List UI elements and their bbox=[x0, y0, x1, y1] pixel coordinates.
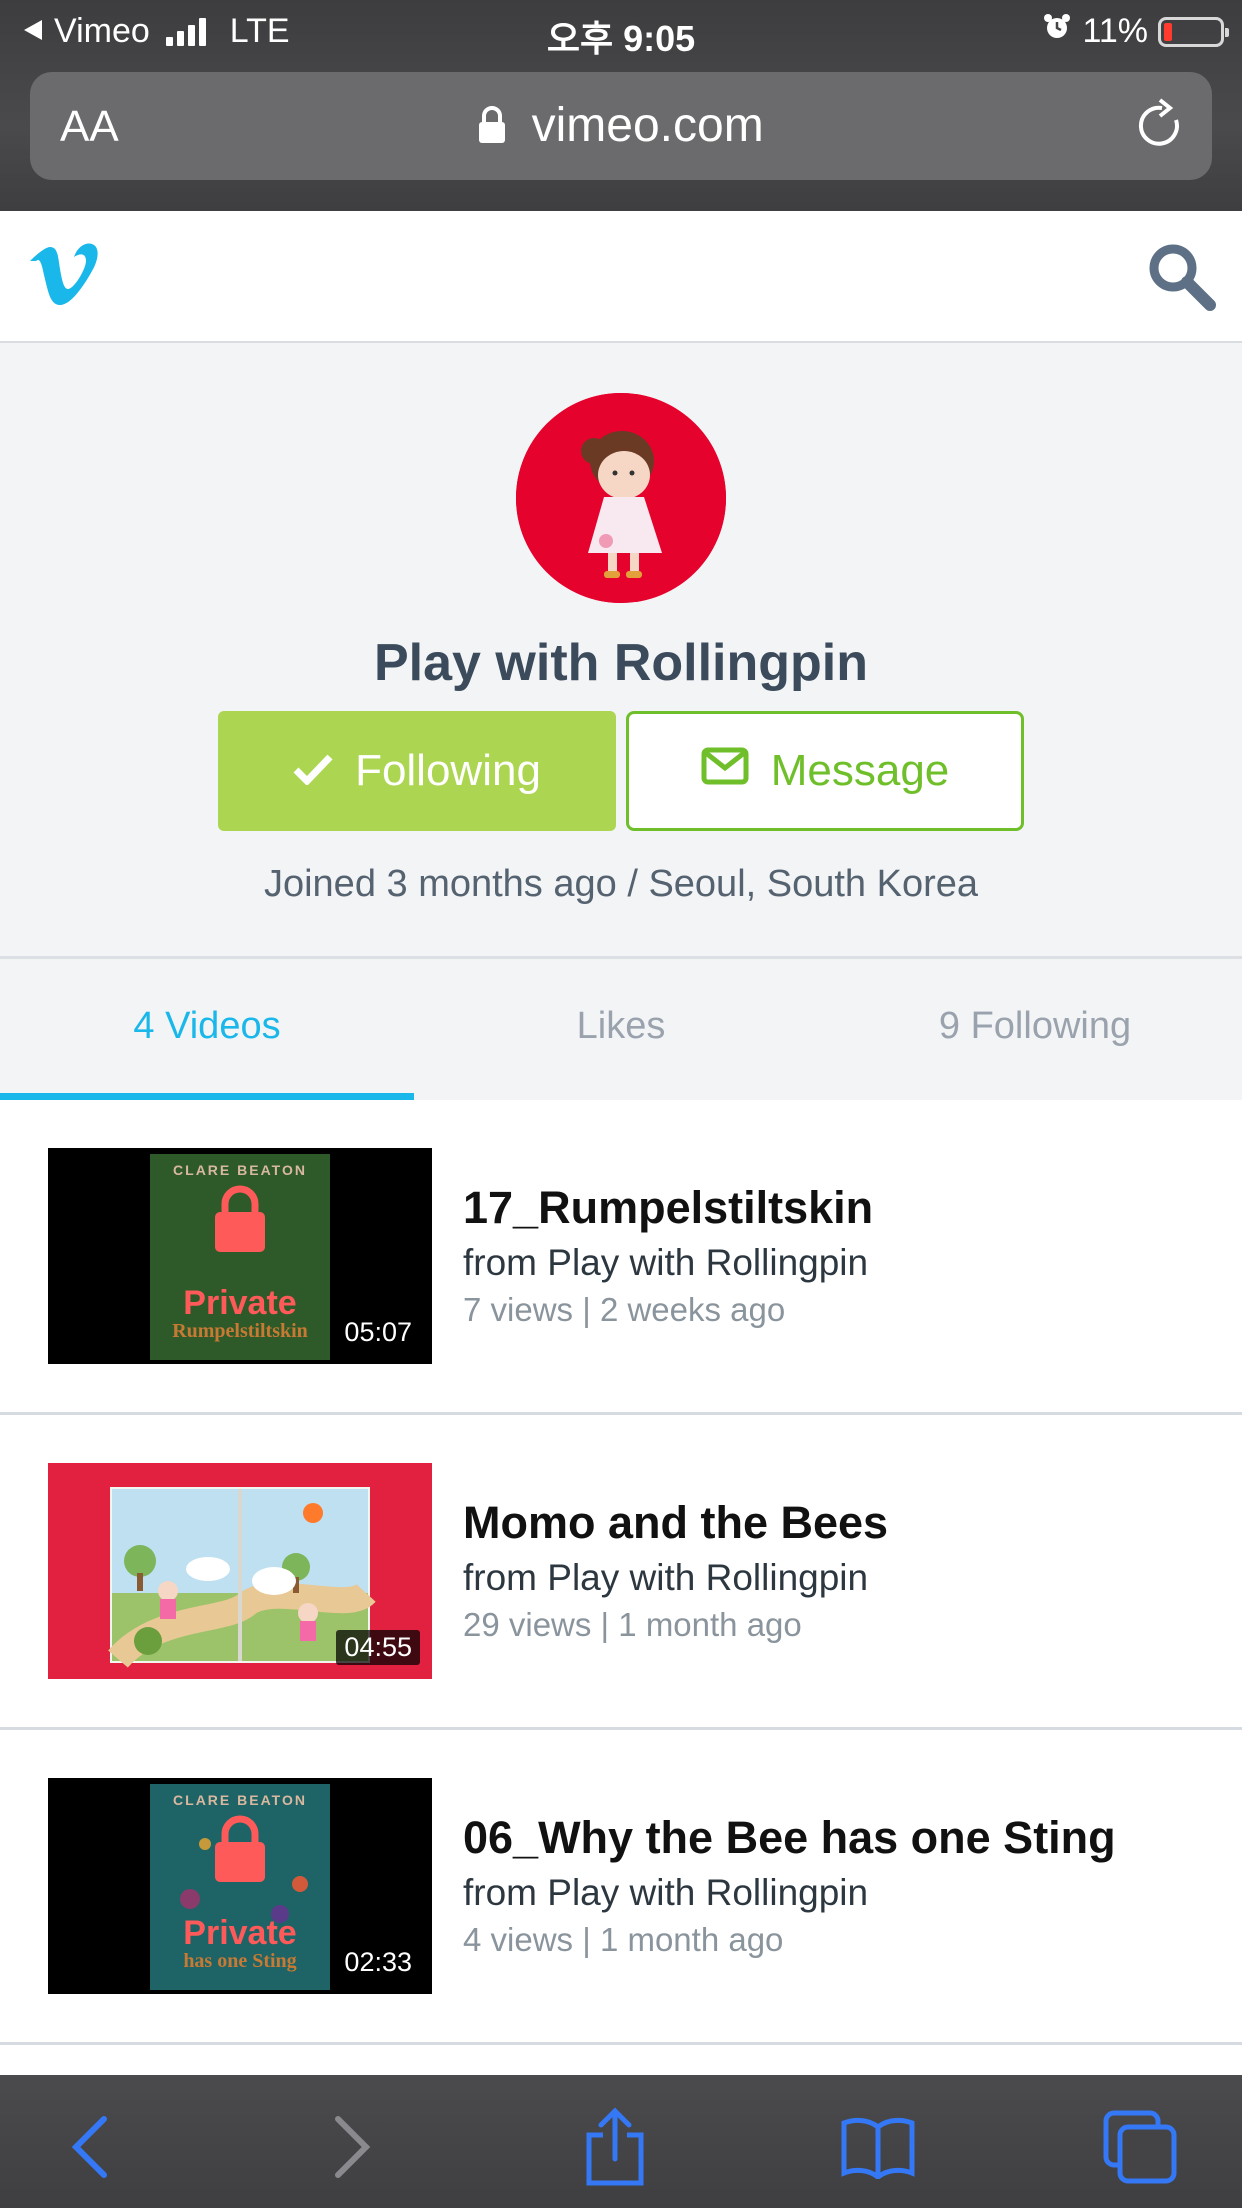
video-stats: 4 views | 1 month ago bbox=[463, 1921, 784, 1958]
video-thumbnail[interactable]: CLARE BEATON Private Rumpelstiltskin 05:… bbox=[48, 1148, 432, 1364]
video-duration: 05:07 bbox=[336, 1315, 420, 1350]
video-channel: from Play with Rollingpin bbox=[463, 1557, 869, 1598]
video-duration: 04:55 bbox=[336, 1630, 420, 1665]
battery-percent: 11% bbox=[1082, 12, 1148, 50]
tabs-icon[interactable] bbox=[1100, 2107, 1180, 2187]
tab-videos[interactable]: 4 Videos bbox=[0, 959, 414, 1100]
private-label: Private bbox=[183, 1284, 297, 1322]
video-stats: 7 views | 2 weeks ago bbox=[463, 1291, 786, 1328]
share-icon[interactable] bbox=[575, 2107, 655, 2187]
profile-tabs: 4 Videos Likes 9 Following bbox=[0, 959, 1242, 1100]
browser-toolbar bbox=[0, 2075, 1242, 2208]
following-button[interactable]: Following bbox=[218, 711, 616, 831]
video-title[interactable]: 06_Why the Bee has one Sting bbox=[463, 1810, 1222, 1866]
vimeo-logo-icon[interactable] bbox=[28, 243, 100, 314]
status-bar: Vimeo LTE 오후 9:05 11% bbox=[0, 0, 1242, 62]
video-channel: from Play with Rollingpin bbox=[463, 1872, 869, 1913]
active-tab-indicator bbox=[0, 1093, 414, 1100]
cover-subtitle: Rumpelstiltskin bbox=[172, 1320, 308, 1342]
address-bar[interactable]: AA vimeo.com bbox=[30, 72, 1212, 180]
video-channel: from Play with Rollingpin bbox=[463, 1242, 869, 1283]
back-icon[interactable] bbox=[50, 2107, 130, 2187]
message-button[interactable]: Message bbox=[626, 711, 1024, 831]
tab-likes[interactable]: Likes bbox=[414, 959, 828, 1100]
alarm-icon bbox=[1042, 12, 1072, 51]
following-button-label: Following bbox=[355, 746, 541, 795]
reload-icon[interactable] bbox=[1132, 96, 1188, 161]
checkmark-icon bbox=[293, 746, 333, 796]
private-label: Private bbox=[183, 1914, 297, 1952]
video-item[interactable]: 04:55 Momo and the Bees from Play with R… bbox=[0, 1415, 1242, 1730]
book-cover: CLARE BEATON Private Rumpelstiltskin bbox=[150, 1154, 330, 1360]
joined-location: Joined 3 months ago / Seoul, South Korea bbox=[263, 863, 979, 905]
search-icon[interactable] bbox=[1146, 241, 1216, 316]
url-domain[interactable]: vimeo.com bbox=[532, 99, 764, 152]
video-duration: 02:33 bbox=[336, 1945, 420, 1980]
video-list: CLARE BEATON Private Rumpelstiltskin 05:… bbox=[0, 1100, 1242, 2045]
video-stats: 29 views | 1 month ago bbox=[463, 1606, 802, 1643]
private-lock-icon bbox=[215, 1814, 265, 1889]
envelope-icon bbox=[701, 746, 749, 796]
battery-icon bbox=[1158, 16, 1229, 47]
bookmarks-icon[interactable] bbox=[838, 2107, 918, 2187]
private-lock-icon bbox=[215, 1184, 265, 1259]
forward-icon bbox=[312, 2107, 392, 2187]
browser-chrome: Vimeo LTE 오후 9:05 11% AA vimeo.com bbox=[0, 0, 1242, 211]
video-title[interactable]: Momo and the Bees bbox=[463, 1495, 1222, 1551]
lock-icon bbox=[478, 101, 506, 156]
book-cover: CLARE BEATON Private has one Sting bbox=[150, 1784, 330, 1990]
cover-author: CLARE BEATON bbox=[173, 1162, 307, 1178]
avatar[interactable] bbox=[516, 393, 726, 603]
cover-subtitle: has one Sting bbox=[183, 1950, 297, 1972]
message-button-label: Message bbox=[770, 746, 950, 795]
video-item[interactable]: CLARE BEATON Private Rumpelstiltskin 05:… bbox=[0, 1100, 1242, 1415]
video-thumbnail[interactable]: CLARE BEATON Private has one Sting 02:33 bbox=[48, 1778, 432, 1994]
vimeo-header bbox=[0, 211, 1242, 343]
video-item[interactable]: CLARE BEATON Private has one Sting 02:33… bbox=[0, 1730, 1242, 2045]
profile-section: Play with Rollingpin Following Message J… bbox=[0, 343, 1242, 959]
video-title[interactable]: 17_Rumpelstiltskin bbox=[463, 1180, 1222, 1236]
profile-name: Play with Rollingpin bbox=[374, 634, 868, 692]
tab-following[interactable]: 9 Following bbox=[828, 959, 1242, 1100]
video-thumbnail[interactable]: 04:55 bbox=[48, 1463, 432, 1679]
